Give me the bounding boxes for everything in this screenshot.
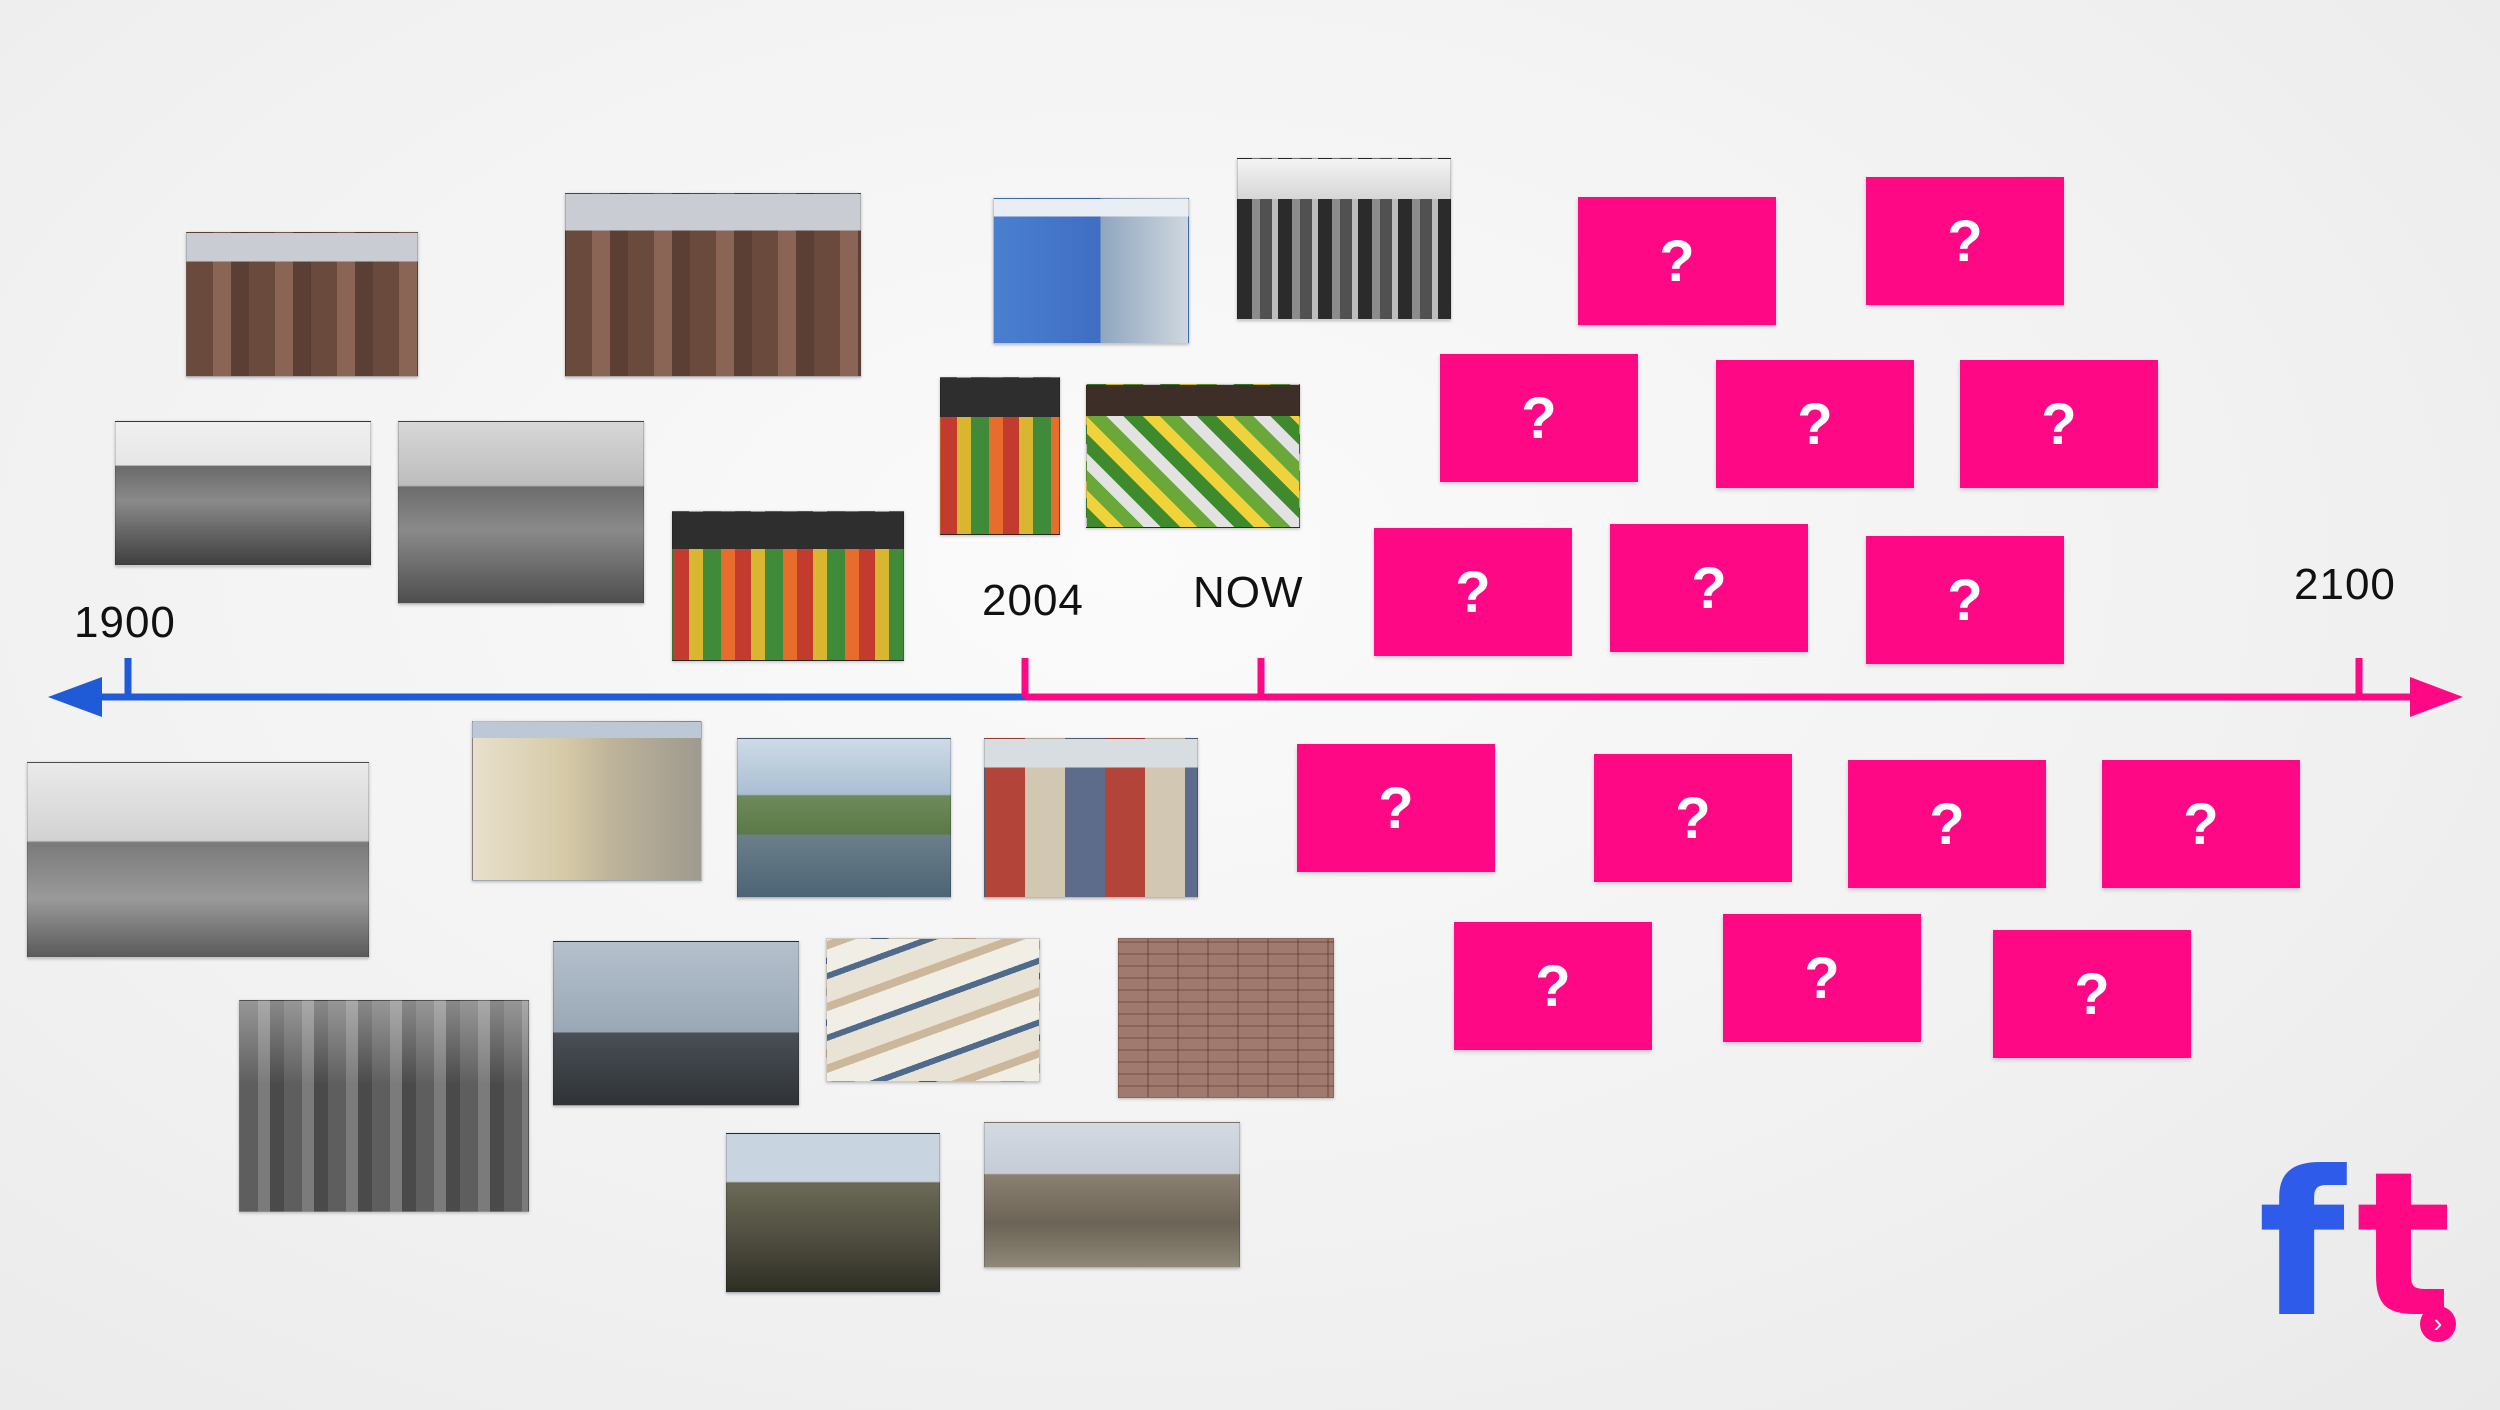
photo-high-street-bw xyxy=(115,421,371,566)
photo-shopfront-colour xyxy=(672,511,904,661)
future-card: ? xyxy=(1866,177,2064,305)
photo-creek-cranes xyxy=(737,738,951,898)
future-card: ? xyxy=(1716,360,1914,488)
future-card: ? xyxy=(1594,754,1792,882)
photo-brick-wall xyxy=(1118,938,1334,1098)
ft-logo: f t › xyxy=(2258,1146,2458,1356)
future-card: ? xyxy=(1848,760,2046,888)
future-card: ? xyxy=(1960,360,2158,488)
future-card: ? xyxy=(2102,760,2300,888)
photo-crowd-bw xyxy=(1237,158,1451,320)
future-card: ? xyxy=(1297,744,1495,872)
photo-fruit-vendor xyxy=(1086,384,1300,528)
timeline-left-arrowhead xyxy=(48,677,102,717)
photo-terraced-street xyxy=(186,232,418,377)
photo-postcard-street xyxy=(27,762,369,958)
photo-riverside-statue xyxy=(984,1122,1240,1268)
photo-brick-houses xyxy=(565,193,861,377)
photo-docks-cranes xyxy=(553,941,799,1106)
label-2004: 2004 xyxy=(982,576,1084,625)
label-now: NOW xyxy=(1193,568,1304,617)
photo-art-deco-building xyxy=(472,721,702,881)
photo-van-street-bw xyxy=(398,421,644,604)
photo-blue-building xyxy=(993,198,1189,344)
future-card: ? xyxy=(1866,536,2064,664)
future-card: ? xyxy=(1454,922,1652,1050)
future-card: ? xyxy=(1578,197,1776,325)
photo-market-street xyxy=(984,738,1198,898)
logo-chevron-icon: › xyxy=(2420,1306,2456,1342)
photo-market-stall-dress xyxy=(940,377,1060,535)
future-card: ? xyxy=(1723,914,1921,1042)
future-card: ? xyxy=(1374,528,1572,656)
logo-letter-f: f xyxy=(2258,1129,2346,1362)
photo-industrial-bw xyxy=(239,1000,529,1212)
label-2100: 2100 xyxy=(2294,560,2396,609)
photo-newspapers xyxy=(826,938,1040,1082)
future-card: ? xyxy=(1993,930,2191,1058)
photo-river-construction xyxy=(726,1133,940,1293)
timeline-right-arrowhead xyxy=(2410,677,2463,717)
label-1900: 1900 xyxy=(74,598,176,647)
future-card: ? xyxy=(1610,524,1808,652)
future-card: ? xyxy=(1440,354,1638,482)
